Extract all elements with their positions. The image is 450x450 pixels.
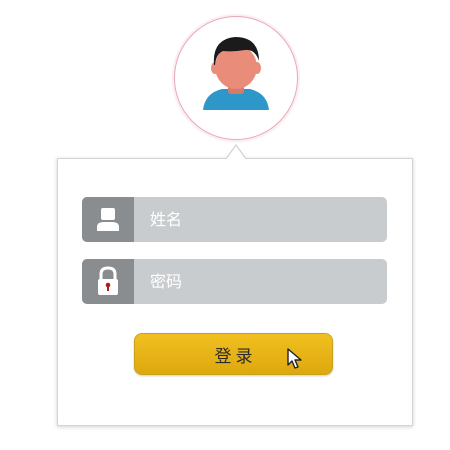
username-field xyxy=(82,197,387,242)
avatar xyxy=(174,16,298,140)
user-avatar-icon xyxy=(203,37,269,110)
password-icon-box xyxy=(82,259,134,304)
card-pointer-fill xyxy=(226,146,246,160)
password-input[interactable] xyxy=(134,259,387,304)
user-icon xyxy=(97,208,119,231)
username-icon-box xyxy=(82,197,134,242)
username-input[interactable] xyxy=(134,197,387,242)
login-screen: 登录 xyxy=(0,0,450,450)
login-button-label: 登录 xyxy=(214,346,257,367)
password-field xyxy=(82,259,387,304)
mouse-pointer-icon xyxy=(286,348,304,374)
padlock-icon xyxy=(98,266,118,295)
